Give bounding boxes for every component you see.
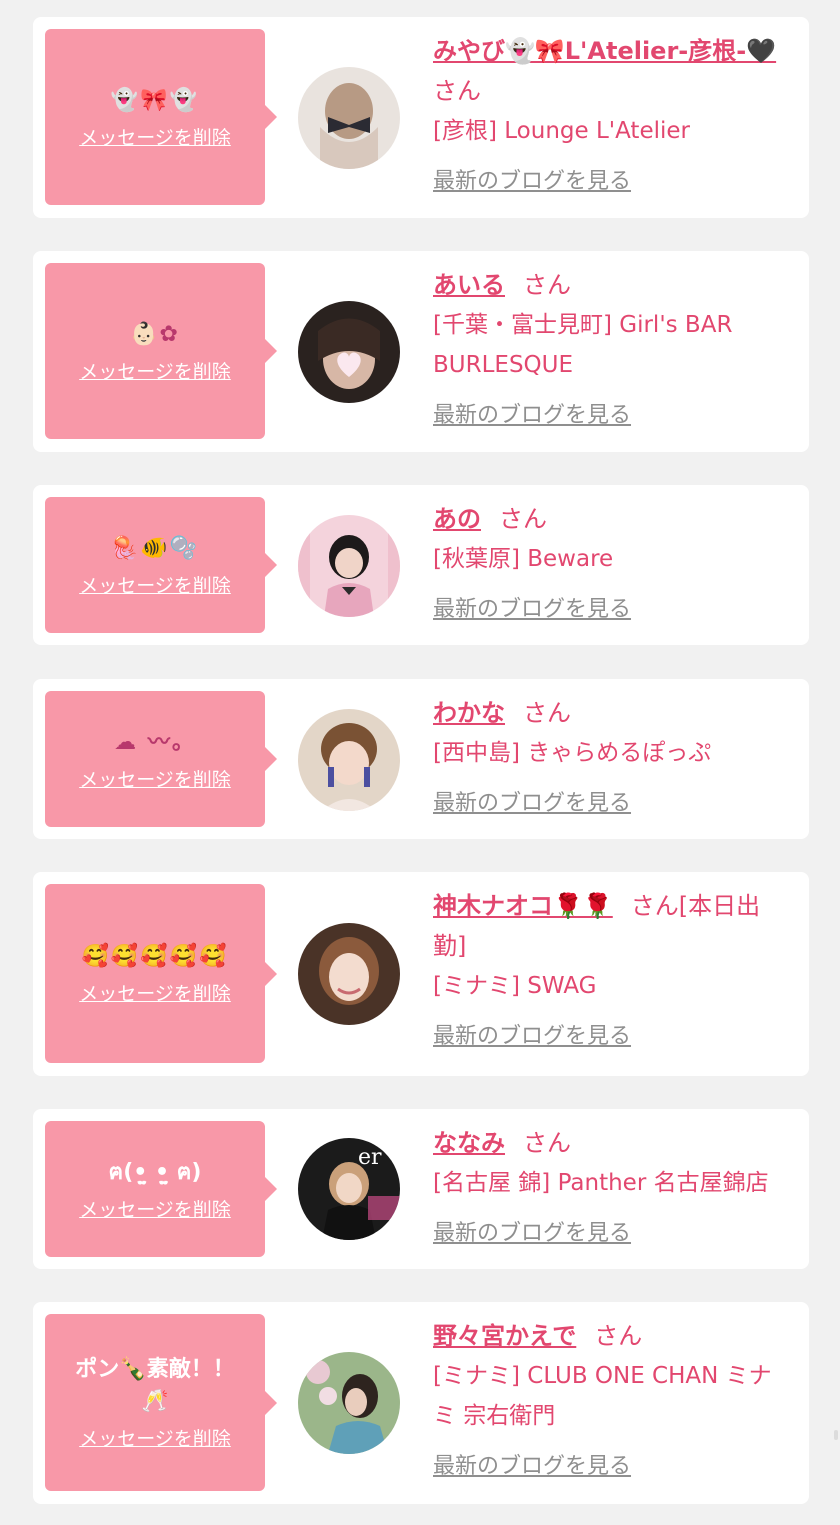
cast-name-link[interactable]: 神木ナオコ🌹🌹 <box>433 892 613 920</box>
favorite-cast-list: 👻🎀👻 メッセージを削除 みやび👻🎀L'Atelier-彦根-🖤 さん [彦根] … <box>0 0 840 1525</box>
shop-name: [名古屋 錦] Panther 名古屋錦店 <box>433 1170 769 1196</box>
avatar-image <box>298 709 400 811</box>
cast-name-link[interactable]: あいる <box>433 271 505 299</box>
latest-blog-link[interactable]: 最新のブログを見る <box>433 163 631 195</box>
message-text: ☁︎ 〰。 <box>114 729 196 755</box>
delete-message-link[interactable]: メッセージを削除 <box>79 1424 231 1451</box>
cast-info: あの さん [秋葉原] Beware 最新のブログを見る <box>433 499 793 623</box>
shop-name: [ミナミ] SWAG <box>433 973 597 999</box>
cast-name-link[interactable]: ななみ <box>433 1129 505 1157</box>
delete-message-link[interactable]: メッセージを削除 <box>79 123 231 150</box>
cast-card: 🪼🐠🫧 メッセージを削除 あの さん [秋葉原] Beware 最新のブログを見る <box>33 485 809 645</box>
delete-message-link[interactable]: メッセージを削除 <box>79 1195 231 1222</box>
message-text: 🥰🥰🥰🥰🥰 <box>81 944 229 969</box>
name-line: ななみ さん <box>433 1123 793 1163</box>
honorific: さん <box>523 1129 571 1157</box>
name-line: 神木ナオコ🌹🌹 さん[本日出勤] <box>433 886 793 966</box>
latest-blog-link[interactable]: 最新のブログを見る <box>433 785 631 817</box>
message-text: ポン🍾素敵！！ 🥂 <box>75 1357 235 1414</box>
avatar[interactable]: er <box>298 1138 400 1240</box>
message-bubble: 🪼🐠🫧 メッセージを削除 <box>45 497 277 633</box>
avatar[interactable] <box>298 709 400 811</box>
shop-name: [秋葉原] Beware <box>433 546 614 572</box>
cast-name-link[interactable]: 野々宮かえで <box>433 1322 576 1350</box>
name-line: わかな さん <box>433 693 793 733</box>
cast-card: 👶🏻✿ メッセージを削除 あいる さん [千葉・富士見町] Girl's BAR … <box>33 251 809 452</box>
cast-name-link[interactable]: みやび👻🎀L'Atelier-彦根-🖤 <box>433 37 776 65</box>
name-line: あいる さん <box>433 265 793 305</box>
message-text: 🪼🐠🫧 <box>110 535 200 561</box>
avatar-image <box>298 923 400 1025</box>
avatar-image <box>298 515 400 617</box>
name-line: みやび👻🎀L'Atelier-彦根-🖤 さん <box>433 31 793 111</box>
cast-info: わかな さん [西中島] きゃらめるぽっぷ 最新のブログを見る <box>433 693 793 817</box>
delete-message-link[interactable]: メッセージを削除 <box>79 357 231 384</box>
message-bubble: 👶🏻✿ メッセージを削除 <box>45 263 277 439</box>
cast-info: みやび👻🎀L'Atelier-彦根-🖤 さん [彦根] Lounge L'Atel… <box>433 31 793 195</box>
svg-text:er: er <box>358 1145 382 1170</box>
message-bubble: 👻🎀👻 メッセージを削除 <box>45 29 277 205</box>
cast-name-link[interactable]: あの <box>433 505 481 533</box>
shop-name: [千葉・富士見町] Girl's BAR BURLESQUE <box>433 312 733 378</box>
avatar[interactable] <box>298 67 400 169</box>
honorific: さん <box>433 77 481 105</box>
honorific: さん <box>499 505 547 533</box>
shop-name: [彦根] Lounge L'Atelier <box>433 118 690 144</box>
delete-message-link[interactable]: メッセージを削除 <box>79 765 231 792</box>
cast-info: 野々宮かえで さん [ミナミ] CLUB ONE CHAN ミナミ 宗右衛門 最新… <box>433 1316 793 1480</box>
cast-info: ななみ さん [名古屋 錦] Panther 名古屋錦店 最新のブログを見る <box>433 1123 793 1247</box>
cast-info: あいる さん [千葉・富士見町] Girl's BAR BURLESQUE 最新の… <box>433 265 793 429</box>
cast-name-link[interactable]: わかな <box>433 699 505 727</box>
cast-card: ☁︎ 〰。 メッセージを削除 わかな さん [西中島] きゃらめるぽっぷ 最新のブ… <box>33 679 809 839</box>
latest-blog-link[interactable]: 最新のブログを見る <box>433 1018 631 1050</box>
message-bubble: ☁︎ 〰。 メッセージを削除 <box>45 691 277 827</box>
message-text: 👶🏻✿ <box>130 321 180 347</box>
avatar[interactable] <box>298 515 400 617</box>
avatar-image <box>298 301 400 403</box>
avatar[interactable] <box>298 923 400 1025</box>
cast-card: 👻🎀👻 メッセージを削除 みやび👻🎀L'Atelier-彦根-🖤 さん [彦根] … <box>33 17 809 218</box>
honorific: さん <box>523 699 571 727</box>
message-bubble: 🥰🥰🥰🥰🥰 メッセージを削除 <box>45 884 277 1063</box>
message-text: 👻🎀👻 <box>110 87 200 113</box>
cast-card: ポン🍾素敵！！ 🥂 メッセージを削除 野々宮かえで さん [ミナミ] CLUB O… <box>33 1302 809 1504</box>
cast-card: ฅ(•̤̫ •̤̫ ฅ) メッセージを削除 er ななみ さん [名古屋 錦] P… <box>33 1109 809 1269</box>
latest-blog-link[interactable]: 最新のブログを見る <box>433 397 631 429</box>
avatar-image: er <box>298 1138 400 1240</box>
shop-name: [西中島] きゃらめるぽっぷ <box>433 740 712 766</box>
avatar[interactable] <box>298 1352 400 1454</box>
cast-info: 神木ナオコ🌹🌹 さん[本日出勤] [ミナミ] SWAG 最新のブログを見る <box>433 886 793 1050</box>
latest-blog-link[interactable]: 最新のブログを見る <box>433 1448 631 1480</box>
message-bubble: ฅ(•̤̫ •̤̫ ฅ) メッセージを削除 <box>45 1121 277 1257</box>
latest-blog-link[interactable]: 最新のブログを見る <box>433 591 631 623</box>
name-line: 野々宮かえで さん <box>433 1316 793 1356</box>
honorific: さん <box>594 1322 643 1350</box>
shop-name: [ミナミ] CLUB ONE CHAN ミナミ 宗右衛門 <box>433 1363 772 1429</box>
name-line: あの さん <box>433 499 793 539</box>
avatar[interactable] <box>298 301 400 403</box>
avatar-image <box>298 1352 400 1454</box>
avatar-image <box>298 67 400 169</box>
honorific: さん <box>523 271 571 299</box>
delete-message-link[interactable]: メッセージを削除 <box>79 571 231 598</box>
delete-message-link[interactable]: メッセージを削除 <box>79 979 231 1006</box>
message-bubble: ポン🍾素敵！！ 🥂 メッセージを削除 <box>45 1314 277 1491</box>
cast-card: 🥰🥰🥰🥰🥰 メッセージを削除 神木ナオコ🌹🌹 さん[本日出勤] [ミナミ] SWA… <box>33 872 809 1076</box>
latest-blog-link[interactable]: 最新のブログを見る <box>433 1215 631 1247</box>
message-text: ฅ(•̤̫ •̤̫ ฅ) <box>108 1159 202 1185</box>
scrollbar[interactable] <box>834 1430 838 1440</box>
